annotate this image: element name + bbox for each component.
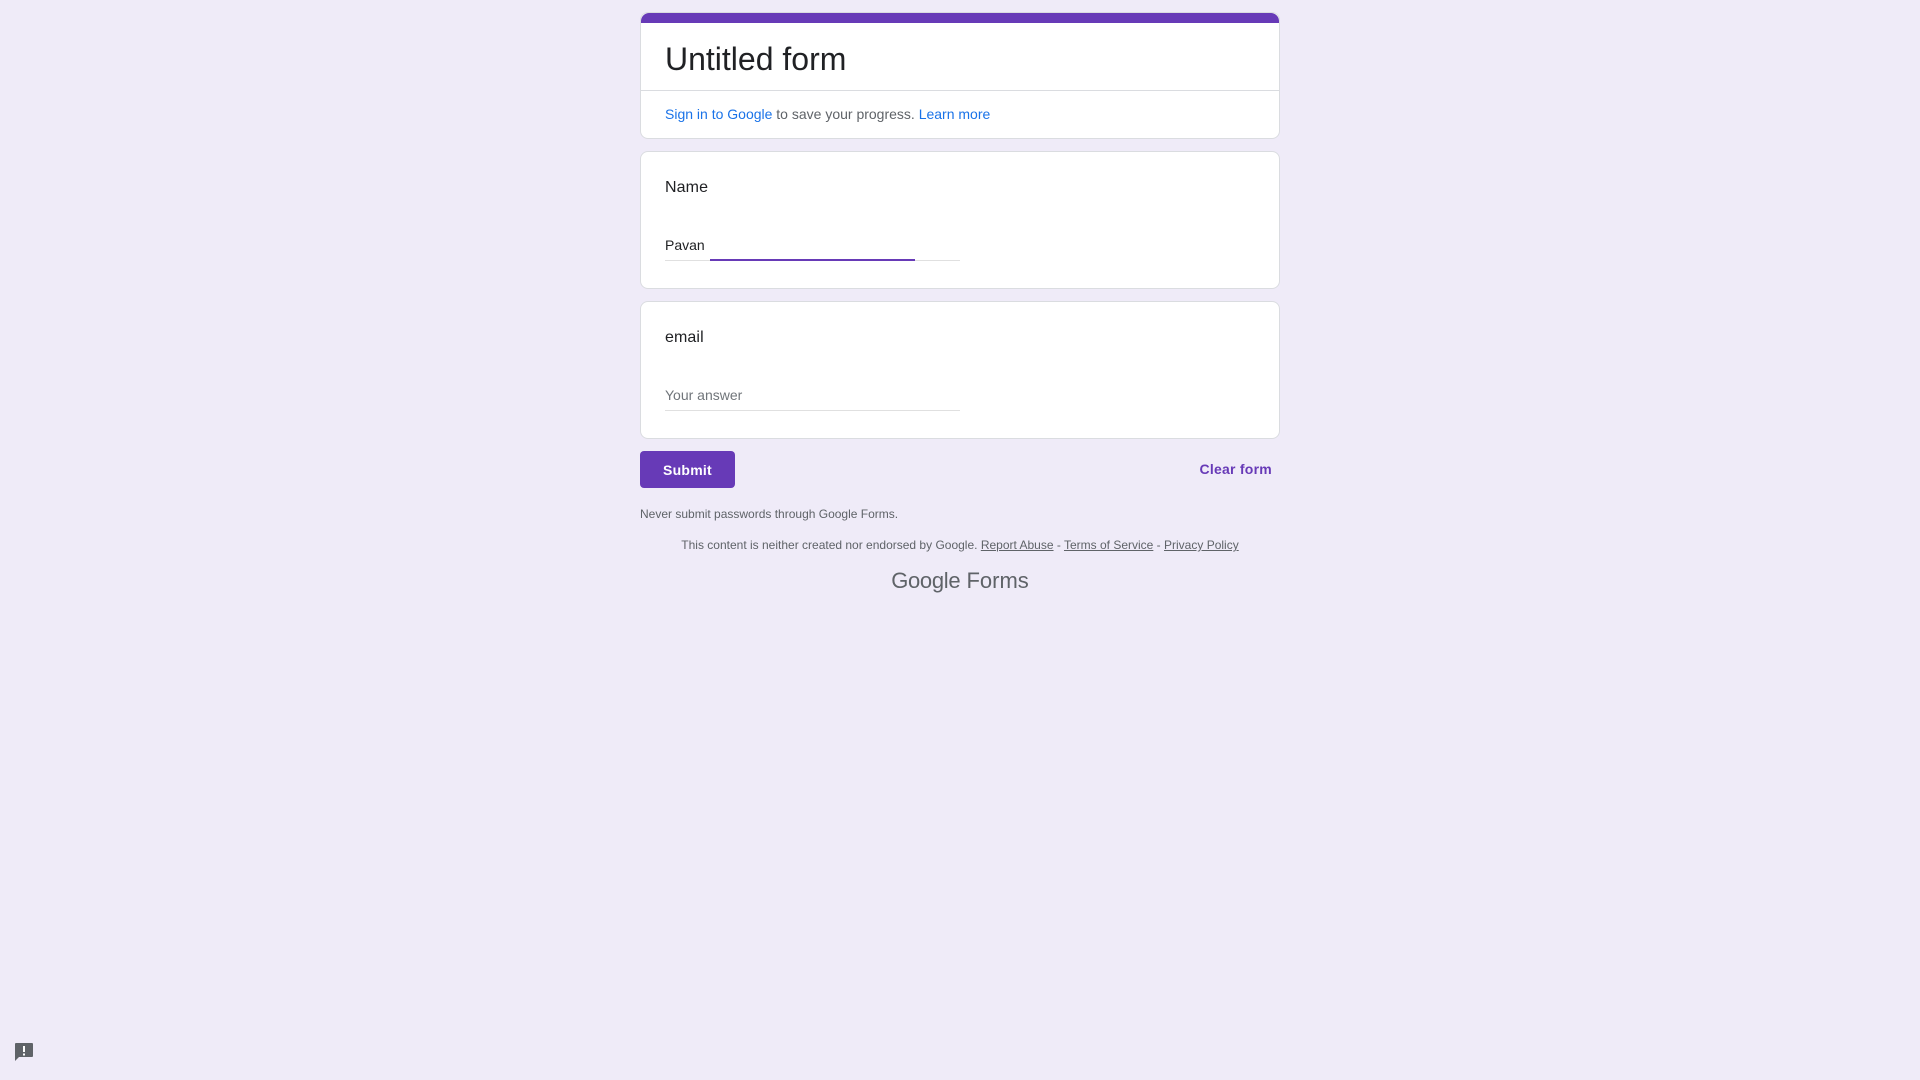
answer-field-wrapper (665, 381, 960, 411)
terms-link[interactable]: Terms of Service (1064, 538, 1153, 552)
disclaimer-line: This content is neither created nor endo… (640, 537, 1280, 553)
google-forms-logo[interactable]: Google Forms (640, 567, 1280, 595)
separator: - (1053, 538, 1064, 552)
input-focus-underline (710, 259, 915, 261)
header-accent-bar (641, 13, 1279, 23)
sign-in-link[interactable]: Sign in to Google (665, 106, 772, 122)
input-underline (665, 410, 960, 411)
form-title: Untitled form (665, 41, 847, 77)
submit-button[interactable]: Submit (640, 451, 735, 488)
name-input[interactable] (665, 231, 960, 259)
question-label: Name (665, 179, 709, 196)
learn-more-link[interactable]: Learn more (919, 106, 991, 122)
form-container: Untitled form Sign in to Google to save … (640, 12, 1280, 595)
privacy-link[interactable]: Privacy Policy (1164, 538, 1239, 552)
brand-google: Google (891, 568, 961, 593)
separator: - (1153, 538, 1165, 552)
report-abuse-link[interactable]: Report Abuse (981, 538, 1054, 552)
signin-notice: Sign in to Google to save your progress.… (665, 104, 990, 124)
report-problem-icon[interactable] (12, 1040, 36, 1064)
disclaimer-text: This content is neither created nor endo… (681, 538, 981, 552)
question-label: email (665, 329, 704, 346)
question-card-email: email (640, 301, 1280, 439)
clear-form-button[interactable]: Clear form (1199, 451, 1272, 488)
email-input[interactable] (665, 381, 960, 409)
form-actions: Submit Clear form (640, 451, 1280, 488)
brand-forms: Forms (966, 568, 1029, 593)
password-warning: Never submit passwords through Google Fo… (640, 507, 899, 521)
header-divider (641, 90, 1279, 91)
form-header-card: Untitled form Sign in to Google to save … (640, 12, 1280, 139)
answer-field-wrapper (665, 231, 960, 261)
signin-middle-text: to save your progress. (772, 106, 919, 122)
question-card-name: Name (640, 151, 1280, 289)
